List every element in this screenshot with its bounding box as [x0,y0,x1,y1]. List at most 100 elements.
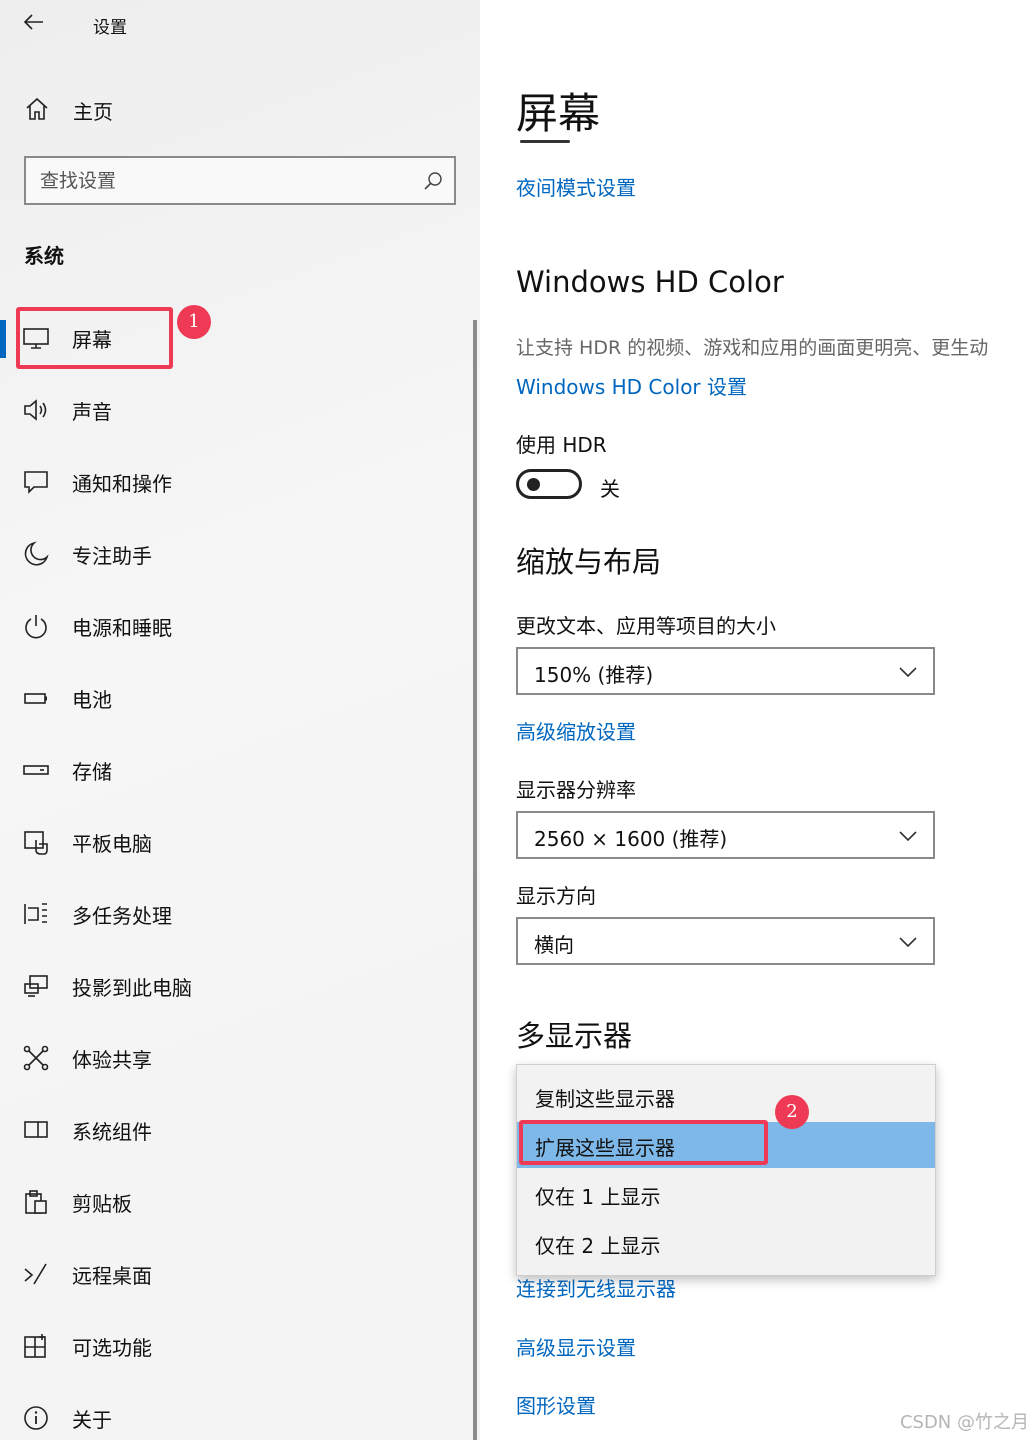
sidebar-item-optional-features[interactable]: 可选功能 [0,1316,476,1376]
sidebar-item-label: 平板电脑 [72,832,152,856]
tablet-icon [24,831,48,855]
sidebar-item-label: 系统组件 [72,1120,152,1144]
dropdown-option-show-only-2[interactable]: 仅在 2 上显示 [517,1220,935,1266]
home-icon [26,97,48,120]
chevron-down-icon [899,831,917,842]
search-icon[interactable] [422,170,444,192]
hdr-heading: Windows HD Color [516,265,784,299]
sidebar-scrollbar[interactable] [473,320,477,1440]
hdr-toggle[interactable] [516,469,582,499]
hdr-toggle-state: 关 [600,477,620,501]
home-nav-item[interactable]: 主页 [0,86,480,132]
sidebar-item-label: 声音 [72,400,112,424]
page-title: 屏幕 [516,89,601,138]
optional-features-icon [24,1334,46,1358]
sidebar-item-tablet[interactable]: 平板电脑 [0,812,476,872]
battery-icon [24,693,47,704]
dropdown-option-label: 复制这些显示器 [535,1087,675,1111]
scale-select[interactable]: 150% (推荐) [516,647,935,695]
multiple-displays-dropdown: 复制这些显示器 扩展这些显示器 仅在 1 上显示 仅在 2 上显示 [516,1064,936,1276]
graphics-settings-link[interactable]: 图形设置 [516,1390,596,1419]
speaker-icon [24,399,47,421]
watermark: CSDN @竹之月 [899,1412,1029,1433]
power-icon [25,615,47,639]
sidebar-item-label: 可选功能 [72,1336,152,1360]
storage-icon [23,765,49,775]
app-title: 设置 [93,18,127,38]
sidebar-item-shared-experiences[interactable]: 体验共享 [0,1028,476,1088]
resolution-select[interactable]: 2560 × 1600 (推荐) [516,811,935,859]
sidebar-item-label: 投影到此电脑 [72,976,192,1000]
remote-icon [24,1263,47,1285]
sidebar-item-label: 剪贴板 [72,1192,132,1216]
scale-select-value: 150% (推荐) [534,663,654,687]
sidebar-item-clipboard[interactable]: 剪贴板 [0,1172,476,1232]
sidebar: 设置 主页 系统 屏幕 声音 通知和操作 [0,0,480,1440]
resolution-select-value: 2560 × 1600 (推荐) [534,827,728,851]
toggle-knob [527,478,540,491]
sidebar-item-label: 存储 [72,760,112,784]
moon-icon [24,541,49,566]
info-icon [24,1406,48,1430]
multiple-displays-heading: 多显示器 [516,1019,633,1053]
title-underline [520,140,570,143]
sidebar-item-multitasking[interactable]: 多任务处理 [0,884,476,944]
notification-icon [24,471,48,494]
back-arrow-icon [23,14,43,30]
back-button[interactable] [22,10,54,38]
sidebar-item-label: 电源和睡眠 [72,616,172,640]
sidebar-item-label: 关于 [72,1408,112,1432]
annotation-badge-2: 2 [775,1095,809,1129]
sidebar-item-notifications[interactable]: 通知和操作 [0,452,476,512]
title-bar: 设置 [0,0,480,50]
resolution-label: 显示器分辨率 [516,778,636,802]
night-mode-settings-link[interactable]: 夜间模式设置 [516,172,636,201]
annotation-badge-1: 1 [177,305,211,339]
dropdown-option-label: 仅在 2 上显示 [535,1234,661,1258]
orientation-label: 显示方向 [516,884,596,908]
dropdown-option-duplicate[interactable]: 复制这些显示器 [517,1073,935,1119]
share-icon [23,1045,49,1071]
sidebar-item-power-sleep[interactable]: 电源和睡眠 [0,596,476,656]
dropdown-option-show-only-1[interactable]: 仅在 1 上显示 [517,1171,935,1217]
sidebar-item-system-components[interactable]: 系统组件 [0,1100,476,1160]
hdr-description: 让支持 HDR 的视频、游戏和应用的画面更明亮、更生动 [516,337,989,359]
hdr-toggle-label: 使用 HDR [516,433,607,457]
dropdown-option-label: 仅在 1 上显示 [535,1185,661,1209]
hd-color-settings-link[interactable]: Windows HD Color 设置 [516,371,747,400]
sidebar-item-project-to-pc[interactable]: 投影到此电脑 [0,956,476,1016]
sidebar-item-storage[interactable]: 存储 [0,740,476,800]
advanced-display-settings-link[interactable]: 高级显示设置 [516,1332,636,1361]
search-box[interactable] [24,156,456,205]
sidebar-item-label: 体验共享 [72,1048,152,1072]
scale-layout-heading: 缩放与布局 [516,545,662,579]
orientation-select-value: 横向 [534,933,574,957]
wireless-display-link[interactable]: 连接到无线显示器 [516,1273,676,1302]
project-icon [24,975,48,997]
chevron-down-icon [899,937,917,948]
annotation-box-1 [16,307,173,369]
search-input[interactable] [40,167,400,195]
components-icon [24,1121,48,1138]
section-title-system: 系统 [24,244,64,268]
sidebar-item-focus-assist[interactable]: 专注助手 [0,524,476,584]
sidebar-item-about[interactable]: 关于 [0,1388,476,1440]
main-content: 屏幕 夜间模式设置 Windows HD Color 让支持 HDR 的视频、游… [480,0,1035,1440]
sidebar-item-label: 专注助手 [72,544,152,568]
selection-indicator [0,320,6,358]
sidebar-item-label: 通知和操作 [72,472,172,496]
sidebar-item-remote-desktop[interactable]: 远程桌面 [0,1244,476,1304]
advanced-scaling-link[interactable]: 高级缩放设置 [516,716,636,745]
sidebar-item-label: 远程桌面 [72,1264,152,1288]
annotation-box-2 [519,1120,768,1165]
orientation-select[interactable]: 横向 [516,917,935,965]
text-size-label: 更改文本、应用等项目的大小 [516,614,776,638]
sidebar-item-label: 多任务处理 [72,904,172,928]
sidebar-item-label: 电池 [72,688,112,712]
clipboard-icon [25,1190,47,1214]
sidebar-item-sound[interactable]: 声音 [0,380,476,440]
home-label: 主页 [73,100,113,124]
chevron-down-icon [899,667,917,678]
sidebar-item-battery[interactable]: 电池 [0,668,476,728]
multitask-icon [24,903,47,924]
